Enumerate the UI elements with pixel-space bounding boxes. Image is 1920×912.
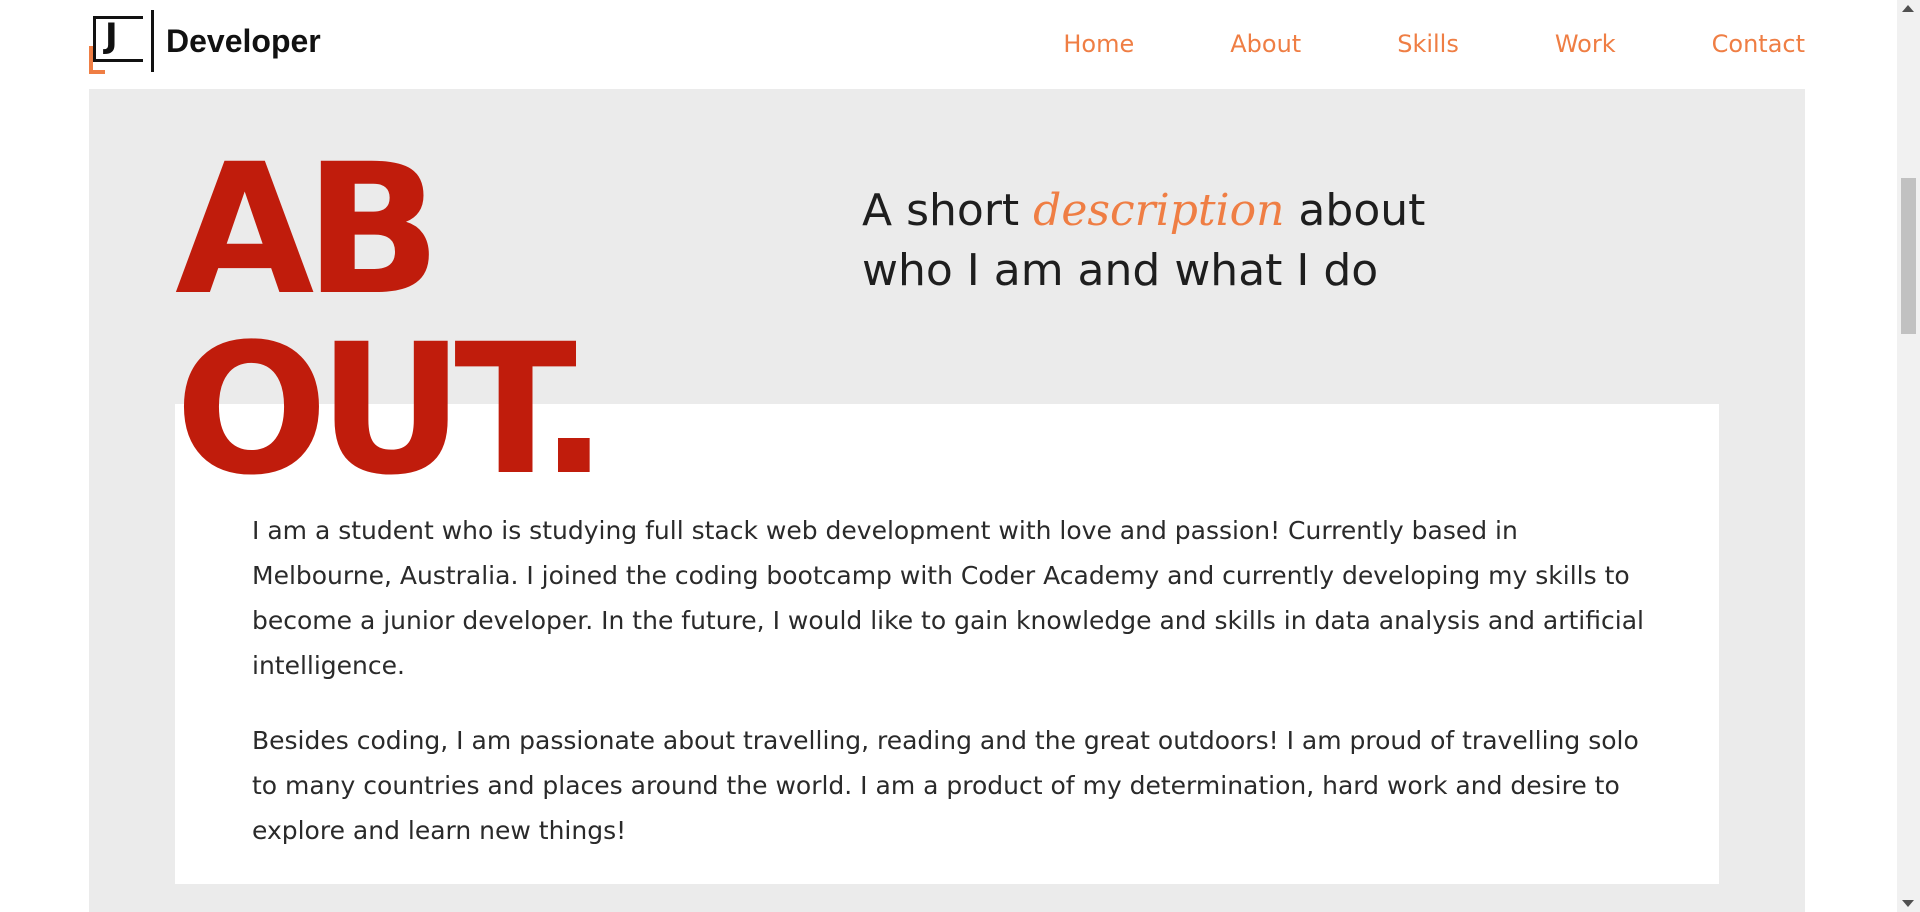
about-subtitle: A short description about who I am and wh…	[862, 181, 1562, 301]
logo-text: Developer	[166, 22, 321, 59]
logo-icon: J	[89, 10, 154, 74]
subtitle-text-after: about	[1284, 185, 1426, 236]
about-title-line-1: AB	[175, 126, 442, 335]
nav-link-skills[interactable]: Skills	[1397, 28, 1459, 60]
about-section: AB OUT. A short description about who I a…	[89, 89, 1805, 912]
page-scrollbar[interactable]	[1897, 0, 1920, 912]
subtitle-text-before: A short	[862, 185, 1034, 236]
about-description-text: I am a student who is studying full stac…	[252, 508, 1652, 883]
nav-link-contact[interactable]: Contact	[1712, 28, 1805, 60]
about-big-title: AB OUT.	[175, 126, 608, 515]
subtitle-line-2: who I am and what I do	[862, 245, 1379, 296]
about-paragraph-1: I am a student who is studying full stac…	[252, 516, 1644, 680]
logo-divider	[151, 10, 154, 72]
logo-letter: J	[105, 16, 118, 56]
scroll-down-arrow-icon[interactable]	[1902, 900, 1914, 907]
nav-link-about[interactable]: About	[1230, 28, 1301, 60]
logo-link[interactable]: J Developer	[89, 10, 321, 74]
site-header: J Developer Home About Skills Work Conta…	[0, 0, 1897, 89]
nav-link-home[interactable]: Home	[1063, 28, 1134, 60]
about-paragraph-2: Besides coding, I am passionate about tr…	[252, 726, 1639, 845]
logo-box-bottom	[107, 59, 143, 62]
logo-accent-horizontal	[89, 70, 105, 74]
main-nav: Home About Skills Work Contact	[967, 28, 1805, 60]
logo-box-frame	[93, 16, 143, 62]
scrollbar-thumb[interactable]	[1901, 178, 1916, 334]
scroll-up-arrow-icon[interactable]	[1902, 5, 1914, 12]
about-title-line-2: OUT.	[175, 306, 608, 515]
nav-link-work[interactable]: Work	[1555, 28, 1616, 60]
subtitle-accent-word: description	[1033, 185, 1285, 236]
